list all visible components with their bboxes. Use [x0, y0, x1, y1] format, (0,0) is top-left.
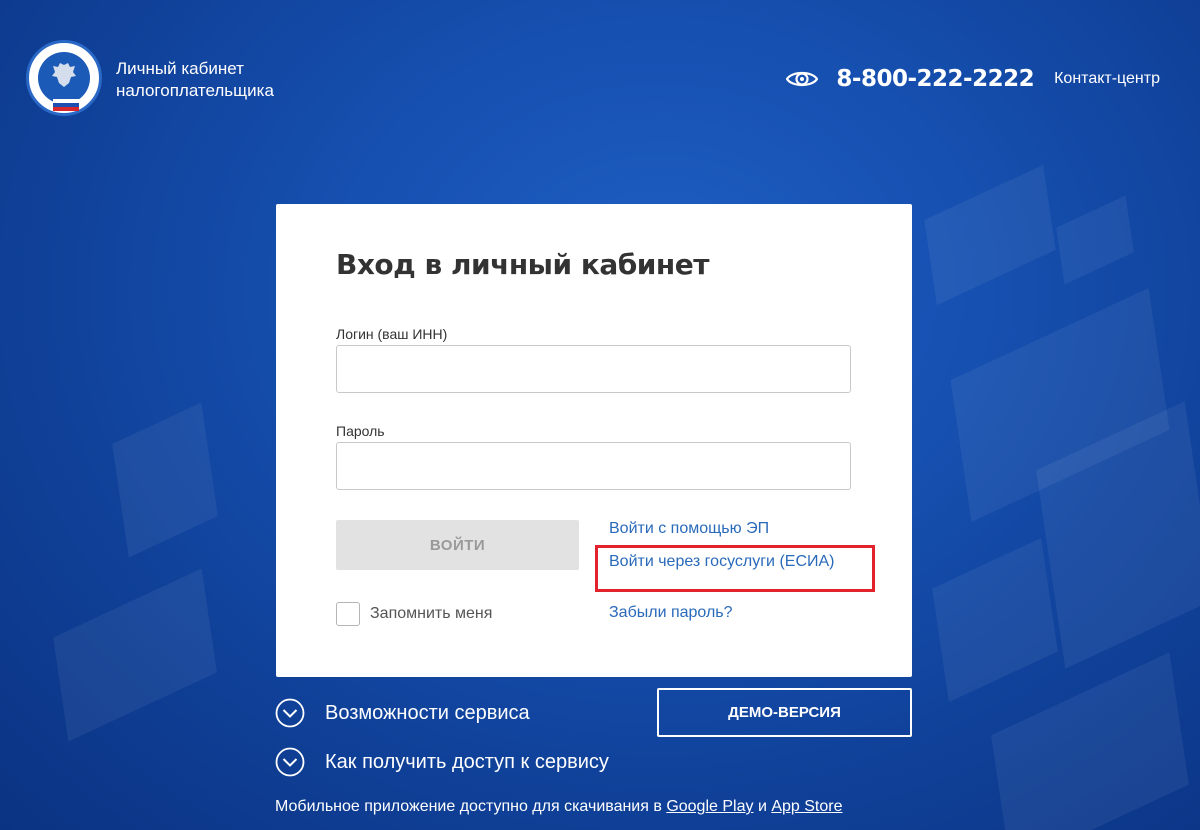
mobile-app-note: Мобильное приложение доступно для скачив… — [275, 798, 842, 816]
login-label: Логин (ваш ИНН) — [336, 326, 448, 342]
login-input[interactable] — [336, 345, 851, 393]
phone-number[interactable]: 8-800-222-2222 — [836, 66, 1034, 92]
login-title: Вход в личный кабинет — [336, 248, 709, 281]
mobile-text: Мобильное приложение доступно для скачив… — [275, 798, 662, 815]
password-input[interactable] — [336, 442, 851, 490]
flag-icon — [53, 99, 79, 111]
access-label: Как получить доступ к сервису — [325, 750, 609, 773]
google-play-link[interactable]: Google Play — [666, 798, 753, 815]
forgot-password-link[interactable]: Забыли пароль? — [609, 604, 733, 622]
eye-icon[interactable] — [786, 68, 819, 90]
app-store-link[interactable]: App Store — [771, 798, 842, 815]
chevron-down-icon — [275, 747, 305, 777]
remember-checkbox[interactable] — [336, 602, 360, 626]
login-button[interactable]: ВОЙТИ — [336, 520, 579, 570]
features-expander[interactable]: Возможности сервиса — [275, 698, 530, 728]
remember-label: Запомнить меня — [370, 605, 493, 622]
remember-me[interactable]: Запомнить меня — [336, 602, 492, 626]
brand-line-1: Личный кабинет — [116, 59, 244, 78]
login-gosuslugi-link[interactable]: Войти через госуслуги (ЕСИА) — [609, 553, 835, 571]
features-label: Возможности сервиса — [325, 701, 530, 724]
demo-button[interactable]: ДЕМО-ВЕРСИЯ — [657, 688, 912, 737]
login-card: Вход в личный кабинет Логин (ваш ИНН) Па… — [276, 204, 912, 677]
login-ep-link[interactable]: Войти с помощью ЭП — [609, 520, 769, 538]
header-contact: 8-800-222-2222 Контакт-центр — [786, 66, 1160, 92]
brand-line-2: налогоплательщика — [116, 81, 274, 100]
access-expander[interactable]: Как получить доступ к сервису — [275, 747, 609, 777]
brand-title[interactable]: Личный кабинет налогоплательщика — [116, 58, 274, 102]
contact-center-link[interactable]: Контакт-центр — [1054, 70, 1160, 88]
eagle-icon — [52, 63, 76, 87]
password-label: Пароль — [336, 423, 385, 439]
chevron-down-icon — [275, 698, 305, 728]
and-text: и — [757, 798, 767, 815]
fns-logo[interactable] — [26, 40, 102, 116]
